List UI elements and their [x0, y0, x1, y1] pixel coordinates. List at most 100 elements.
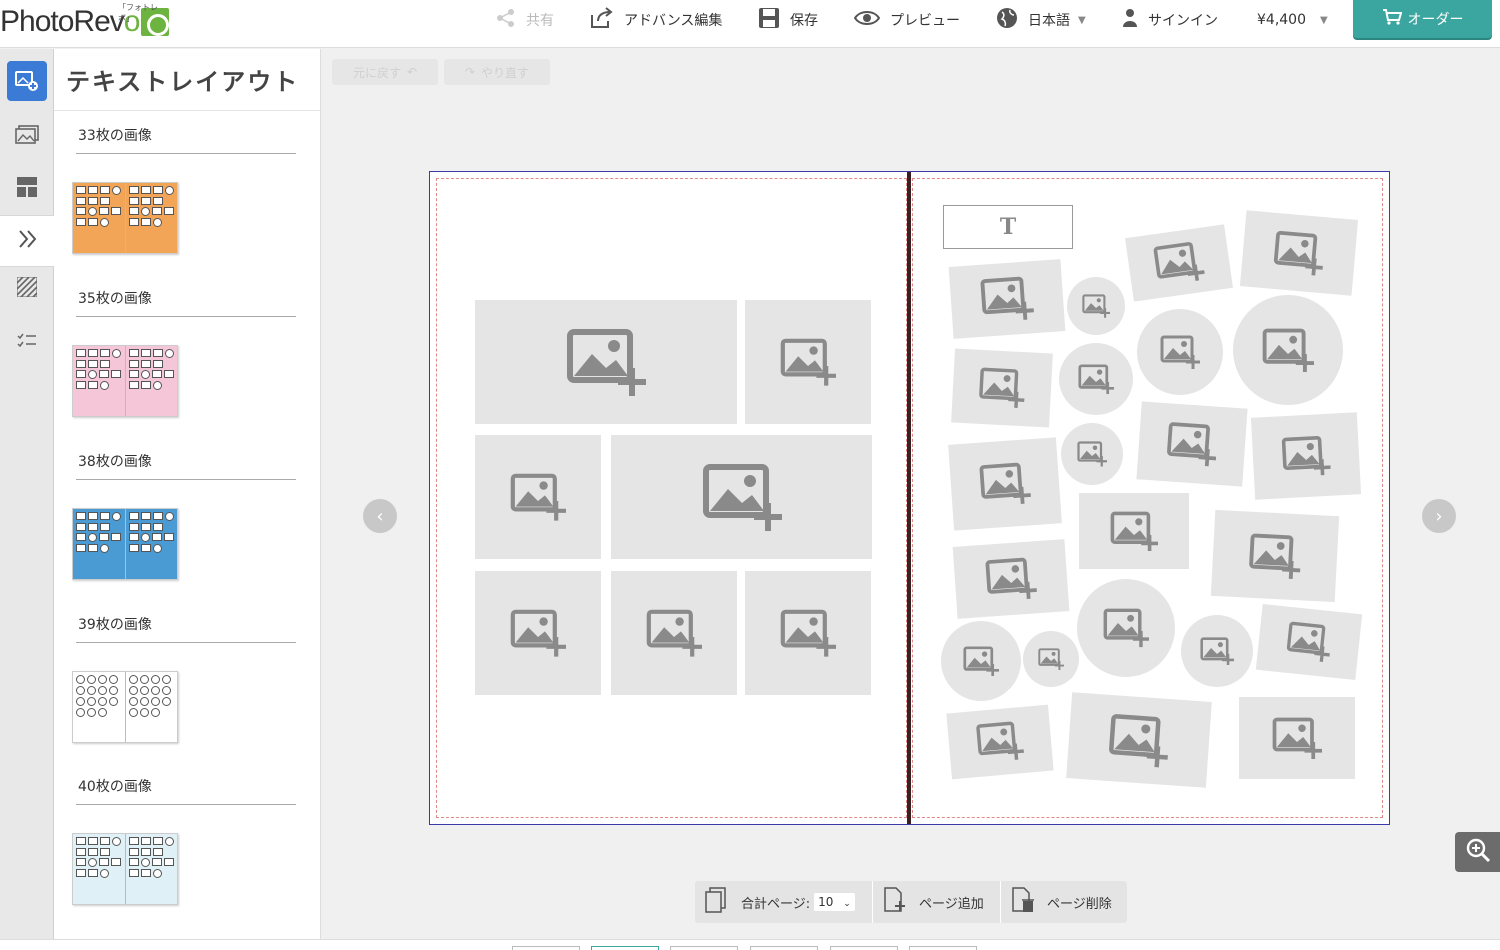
photo-placeholder[interactable] — [745, 571, 871, 695]
photo-placeholder[interactable] — [1255, 603, 1363, 681]
preview-button[interactable]: プレビュー — [853, 0, 960, 40]
thumb-photo-slot — [111, 370, 121, 378]
rail-layouts[interactable] — [0, 163, 54, 215]
photo-placeholder[interactable] — [1233, 295, 1343, 405]
thumb-photo-slot — [88, 837, 98, 845]
price-dropdown[interactable]: ¥4,400 ▼ — [1257, 0, 1328, 40]
save-button[interactable]: 保存 — [758, 0, 818, 40]
photo-placeholder[interactable] — [1059, 343, 1133, 415]
rail-images[interactable] — [0, 111, 54, 163]
photo-placeholder[interactable] — [1125, 224, 1233, 302]
language-select[interactable]: 日本語 ▼ — [996, 0, 1086, 40]
page-thumbnail[interactable] — [512, 946, 580, 950]
photo-placeholder[interactable] — [611, 435, 872, 559]
share-button[interactable]: 共有 — [496, 0, 554, 40]
rail-backgrounds[interactable] — [0, 263, 54, 315]
undo-button[interactable]: 元に戻す ↶ — [332, 59, 438, 85]
page-thumbnail[interactable] — [909, 946, 977, 950]
thumb-photo-slot — [151, 370, 162, 378]
photo-placeholder[interactable] — [948, 437, 1062, 531]
photo-placeholder[interactable] — [1181, 615, 1253, 687]
photo-placeholder[interactable] — [948, 259, 1066, 339]
total-pages-select[interactable]: 10 ⌄ — [814, 893, 855, 911]
signin-label: サインイン — [1148, 13, 1218, 29]
right-page[interactable]: T — [912, 178, 1383, 818]
rail-checklist[interactable] — [0, 315, 54, 367]
thumb-photo-slot — [100, 218, 109, 227]
delete-page-icon — [1011, 887, 1037, 917]
page-thumbnail[interactable] — [670, 946, 738, 950]
thumb-page-left — [73, 346, 126, 416]
redo-label: やり直す — [481, 65, 530, 80]
photo-placeholder[interactable] — [941, 621, 1021, 701]
thumb-photo-slot — [140, 370, 150, 379]
thumb-photo-slot — [152, 197, 163, 205]
add-image-icon — [1038, 648, 1064, 671]
template-thumbnail-38[interactable] — [72, 508, 178, 580]
thumb-photo-slot — [76, 360, 86, 368]
photo-placeholder[interactable] — [475, 300, 737, 424]
page-thumbnail[interactable] — [591, 946, 659, 950]
delete-page-button[interactable]: ページ削除 — [1001, 881, 1127, 923]
thumb-photo-slot — [112, 349, 121, 358]
thumb-photo-slot — [140, 533, 150, 542]
add-image-icon — [963, 646, 999, 677]
photo-placeholder[interactable] — [611, 571, 737, 695]
thumb-photo-slot — [128, 207, 139, 215]
previous-page-button[interactable]: ‹ — [363, 499, 397, 533]
photo-placeholder[interactable] — [1079, 493, 1189, 569]
photo-placeholder[interactable] — [1210, 509, 1340, 603]
thumb-photo-slot — [140, 207, 150, 216]
thumb-page-left — [73, 509, 126, 579]
text-box[interactable]: T — [943, 205, 1073, 249]
thumb-photo-slot — [99, 533, 109, 541]
photo-placeholder[interactable] — [1066, 692, 1212, 788]
zoom-button[interactable] — [1455, 832, 1500, 872]
photo-placeholder[interactable] — [1250, 412, 1362, 500]
logo[interactable]: PhotoRevo 「フォトレボ」 — [0, 2, 170, 42]
template-thumbnail-39[interactable] — [72, 671, 178, 743]
page-thumbnail[interactable] — [750, 946, 818, 950]
template-thumbnail-40[interactable] — [72, 833, 178, 905]
thumb-photo-slot — [111, 207, 121, 215]
photo-placeholder[interactable] — [951, 348, 1053, 428]
photo-placeholder[interactable] — [1239, 210, 1359, 296]
photo-placeholder[interactable] — [475, 571, 601, 695]
template-label: 39枚の画像 — [78, 617, 152, 633]
photo-placeholder[interactable] — [1137, 309, 1223, 395]
thumb-photo-slot — [161, 697, 171, 706]
photo-placeholder[interactable] — [1061, 423, 1123, 485]
left-page[interactable] — [436, 178, 907, 818]
add-image-icon — [780, 338, 836, 386]
advanced-edit-button[interactable]: アドバンス編集 — [590, 0, 722, 40]
redo-button[interactable]: ↷ やり直す — [444, 59, 550, 85]
add-image-icon — [980, 275, 1035, 323]
thumb-photo-slot — [161, 675, 171, 684]
photo-placeholder[interactable] — [946, 704, 1054, 780]
thumb-photo-slot — [140, 197, 151, 205]
photo-placeholder[interactable] — [475, 435, 601, 559]
photo-placeholder[interactable] — [1077, 579, 1175, 677]
rail-add-photo[interactable] — [0, 55, 54, 107]
thumb-photo-slot — [88, 360, 98, 368]
add-image-icon — [510, 609, 566, 657]
thumb-photo-slot — [140, 869, 151, 877]
chevron-down-icon: ▼ — [1078, 14, 1086, 26]
photo-placeholder[interactable] — [952, 539, 1070, 619]
order-button[interactable]: オーダー — [1353, 0, 1492, 38]
next-page-button[interactable]: › — [1422, 499, 1456, 533]
photo-placeholder[interactable] — [745, 300, 871, 424]
chevron-right-icon: › — [1435, 505, 1443, 527]
signin-button[interactable]: サインイン — [1122, 0, 1218, 40]
template-thumbnail-33[interactable] — [72, 182, 178, 254]
add-page-button[interactable]: ページ追加 — [873, 881, 1001, 923]
photo-placeholder[interactable] — [1136, 401, 1248, 487]
photo-placeholder[interactable] — [1239, 697, 1355, 779]
page-thumbnail[interactable] — [830, 946, 898, 950]
thumb-photo-slot — [140, 349, 151, 357]
photo-placeholder[interactable] — [1067, 277, 1125, 335]
rail-expand[interactable] — [0, 215, 55, 267]
thumb-photo-slot — [98, 697, 107, 706]
photo-placeholder[interactable] — [1023, 631, 1079, 687]
template-thumbnail-35[interactable] — [72, 345, 178, 417]
